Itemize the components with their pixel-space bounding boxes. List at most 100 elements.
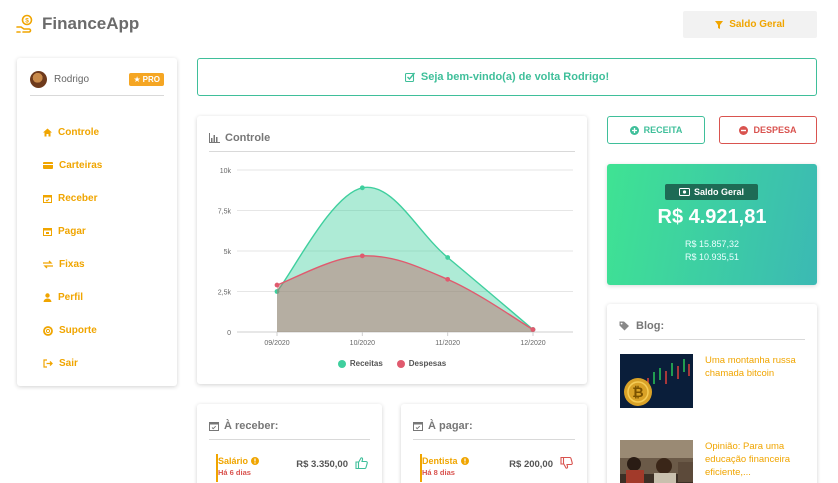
exchange-icon xyxy=(43,260,53,269)
sidebar-item-perfil[interactable]: Perfil xyxy=(43,281,102,314)
blog-post-1[interactable]: ₿ Uma montanha russa chamada bitcoin xyxy=(620,354,810,408)
saldo-geral-filter-button[interactable]: Saldo Geral xyxy=(683,11,817,38)
blog-post-title[interactable]: Uma montanha russa chamada bitcoin xyxy=(705,354,810,398)
brand[interactable]: $ FinanceApp xyxy=(16,12,139,36)
hand-coin-icon: $ xyxy=(16,14,33,33)
add-despesa-button[interactable]: DESPESA xyxy=(719,116,817,144)
avatar[interactable] xyxy=(30,71,47,88)
sidebar-item-label: Fixas xyxy=(59,259,85,270)
x-tick-label: 09/2020 xyxy=(264,340,289,347)
money-bill-icon xyxy=(678,188,690,196)
chart-card-header: Controle xyxy=(209,130,575,152)
legend-item-receitas[interactable]: Receitas xyxy=(337,359,383,368)
a-receber-header: À receber: xyxy=(209,418,370,440)
bitcoin-chart-thumbnail: ₿ xyxy=(620,354,693,408)
sidebar-menu: Controle Carteiras Receber Pagar Fixas P… xyxy=(43,116,102,380)
data-point-receitas xyxy=(445,255,451,260)
pagar-item-name-wrap: Dentista xyxy=(422,456,469,466)
y-tick-label: 5k xyxy=(224,249,232,256)
saldo-value: R$ 4.921,81 xyxy=(657,206,767,228)
sidebar-item-pagar[interactable]: Pagar xyxy=(43,215,102,248)
saldo-geral-badge-label: Saldo Geral xyxy=(693,187,745,197)
x-tick-label: 12/2020 xyxy=(520,340,545,347)
legend-item-despesas[interactable]: Despesas xyxy=(396,359,447,368)
filter-icon xyxy=(715,20,724,29)
legend-label: Receitas xyxy=(349,359,383,368)
calendar-check-icon xyxy=(413,421,423,431)
sidebar-item-label: Receber xyxy=(58,193,98,204)
data-point-despesas xyxy=(359,253,365,259)
saldo-receitas: R$ 15.857,32 xyxy=(684,239,740,249)
calendar-check-icon xyxy=(209,421,219,431)
sidebar-item-label: Controle xyxy=(58,127,100,138)
pro-badge: ★ PRO xyxy=(129,73,164,86)
sidebar-item-label: Pagar xyxy=(58,226,86,237)
sidebar-item-label: Carteiras xyxy=(59,160,103,171)
a-pagar-card: À pagar: Dentista Há 8 dias R$ 200,00 xyxy=(401,404,587,483)
thumbs-down-icon[interactable] xyxy=(560,457,573,469)
svg-text:$: $ xyxy=(25,18,29,25)
pagar-item-amount: R$ 200,00 xyxy=(509,459,553,470)
sidebar: Rodrigo ★ PRO Controle Carteiras Receber… xyxy=(17,58,177,386)
sidebar-item-suporte[interactable]: Suporte xyxy=(43,314,102,347)
chart-card-title: Controle xyxy=(225,131,271,144)
sidebar-item-fixas[interactable]: Fixas xyxy=(43,248,102,281)
y-tick-label: 10k xyxy=(220,168,232,175)
a-receber-title: À receber: xyxy=(224,419,279,432)
saldo-geral-badge: Saldo Geral xyxy=(665,184,758,200)
receber-row[interactable]: Salário Há 6 dias R$ 3.350,00 xyxy=(216,454,368,482)
receber-item-due: Há 6 dias xyxy=(218,468,251,477)
svg-text:₿: ₿ xyxy=(632,384,643,400)
y-tick-label: 7,5k xyxy=(218,209,232,216)
data-point-despesas xyxy=(274,282,280,288)
sidebar-item-controle[interactable]: Controle xyxy=(43,116,102,149)
legend-swatch-despesas xyxy=(396,359,405,368)
welcome-message: Seja bem-vindo(a) de volta Rodrigo! xyxy=(420,71,610,83)
classroom-thumbnail xyxy=(620,440,693,483)
sidebar-item-sair[interactable]: Sair xyxy=(43,347,102,380)
sidebar-item-carteiras[interactable]: Carteiras xyxy=(43,149,102,182)
info-icon[interactable] xyxy=(460,457,469,465)
blog-title: Blog: xyxy=(636,319,665,332)
sidebar-item-receber[interactable]: Receber xyxy=(43,182,102,215)
pagar-row[interactable]: Dentista Há 8 dias R$ 200,00 xyxy=(420,454,573,482)
info-icon[interactable] xyxy=(251,457,260,465)
receber-item-amount: R$ 3.350,00 xyxy=(296,459,348,470)
thumbs-up-icon[interactable] xyxy=(355,457,368,469)
chart-legend: Receitas Despesas xyxy=(197,359,587,368)
x-tick-label: 10/2020 xyxy=(350,340,375,347)
plus-circle-icon xyxy=(629,125,639,135)
star-icon: ★ xyxy=(133,75,141,84)
blog-post-title[interactable]: Opinião: Para uma educação financeira ef… xyxy=(705,440,810,483)
sidebar-item-label: Perfil xyxy=(58,292,84,303)
calendar-icon xyxy=(43,228,52,236)
area-chart: 0 2,5k 5k 7,5k 10k 09/2020 10/2020 11/2020 12/20… xyxy=(218,168,573,347)
pagar-item-due: Há 8 dias xyxy=(422,468,455,477)
saldo-despesas: R$ 10.935,51 xyxy=(684,252,740,262)
a-pagar-header: À pagar: xyxy=(413,418,575,440)
controle-chart-card: Controle 0 2,5k 5k 7,5k 10k 09/2020 10/2020 11/… xyxy=(197,116,587,384)
user-name: Rodrigo xyxy=(54,74,90,85)
blog-post-2[interactable]: Opinião: Para uma educação financeira ef… xyxy=(620,440,810,483)
add-receita-label: RECEITA xyxy=(643,125,683,135)
tags-icon xyxy=(619,321,629,330)
saldo-geral-filter-label: Saldo Geral xyxy=(729,19,785,30)
y-tick-label: 0 xyxy=(227,330,231,337)
legend-label: Despesas xyxy=(408,359,447,368)
data-point-despesas xyxy=(530,327,536,332)
data-point-receitas xyxy=(359,185,365,191)
home-icon xyxy=(43,128,52,137)
user-icon xyxy=(43,293,52,302)
x-tick-label: 11/2020 xyxy=(435,340,460,347)
pagar-item-name: Dentista xyxy=(422,456,458,466)
saldo-geral-card: Saldo Geral R$ 4.921,81 R$ 15.857,32 R$ … xyxy=(607,164,817,285)
wallet-icon xyxy=(43,162,53,169)
add-despesa-label: DESPESA xyxy=(753,125,797,135)
lifebuoy-icon xyxy=(43,325,53,336)
add-receita-button[interactable]: RECEITA xyxy=(607,116,705,144)
a-receber-card: À receber: Salário Há 6 dias R$ 3.350,00 xyxy=(197,404,382,483)
sidebar-item-label: Sair xyxy=(59,358,78,369)
receber-item-name: Salário xyxy=(218,456,249,466)
blog-card-header: Blog: xyxy=(619,318,805,340)
legend-swatch-receitas xyxy=(337,359,346,368)
